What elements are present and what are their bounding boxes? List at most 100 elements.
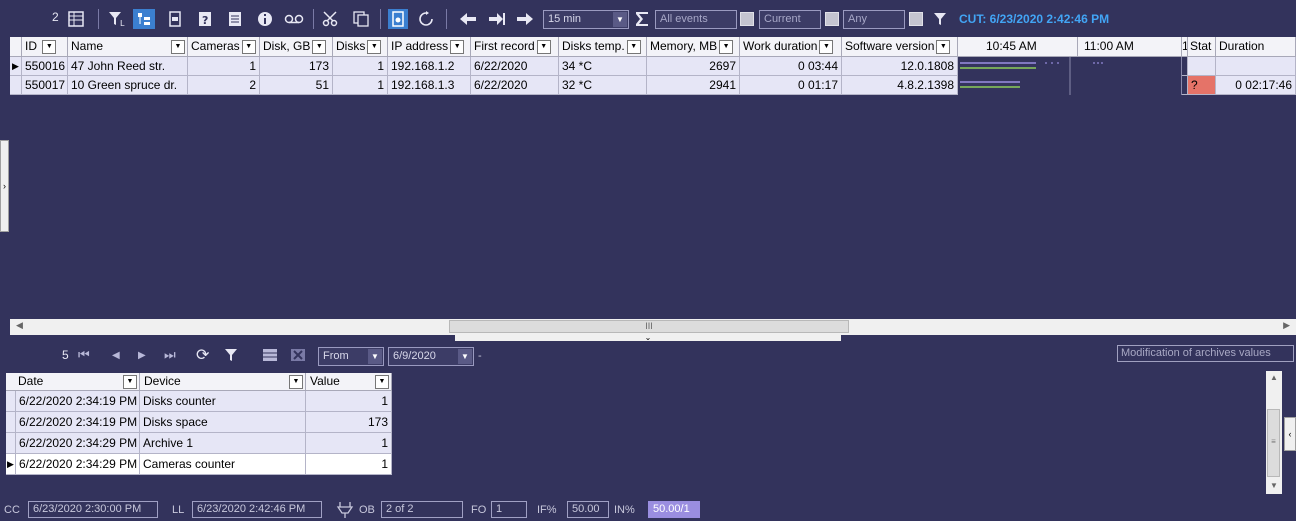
scroll-down-icon[interactable]: ▼ (1270, 481, 1278, 490)
ob-label: OB (359, 504, 375, 516)
from-select[interactable]: From ▼ (318, 347, 384, 366)
col-ip-header[interactable]: IP address ▼ (388, 37, 471, 57)
splitter-handle[interactable]: ⌄ (455, 334, 841, 342)
grid-icon[interactable] (262, 345, 278, 365)
row-selector[interactable] (10, 76, 22, 95)
cell-duration (1216, 57, 1296, 76)
scissors-icon[interactable] (320, 9, 342, 29)
date-range-dash: - (478, 350, 482, 362)
col-name-header[interactable]: Name ▼ (68, 37, 188, 57)
arrow-end-icon[interactable] (486, 9, 508, 29)
col-software-version-header[interactable]: Software version ▼ (842, 37, 958, 57)
cc-field: 6/23/2020 2:30:00 PM (28, 501, 158, 518)
col-value-header[interactable]: Value ▼ (306, 373, 392, 391)
row-selector[interactable] (6, 433, 16, 454)
cell-disks-temp: 32 *C (559, 76, 647, 95)
prev-record-icon[interactable]: ◀ (112, 345, 120, 365)
cell-work-duration: 0 01:17 (740, 76, 842, 95)
events-filter-input[interactable]: All events (655, 10, 737, 29)
cell-disks: 1 (333, 76, 388, 95)
funnel-icon[interactable] (929, 9, 951, 29)
cell-device: Archive 1 (140, 433, 306, 454)
timeline-bar (958, 76, 1182, 95)
row-selector[interactable] (6, 391, 16, 412)
horizontal-scrollbar[interactable]: ◀ III ▶ (10, 319, 1296, 335)
scroll-left-icon[interactable]: ◀ (16, 320, 23, 331)
scroll-up-icon[interactable]: ▲ (1270, 373, 1278, 382)
first-record-icon[interactable]: ⏮ (78, 345, 90, 365)
cell-date: 6/22/2020 2:34:19 PM (16, 391, 140, 412)
info-icon[interactable] (255, 9, 275, 29)
left-splitter-handle[interactable]: › (0, 140, 9, 232)
col-disk-gb-header[interactable]: Disk, GB ▼ (260, 37, 333, 57)
print-icon[interactable] (165, 9, 185, 29)
next-record-icon[interactable]: ▶ (138, 345, 146, 365)
current-checkbox[interactable] (825, 12, 839, 26)
cell-duration: 0 02:17:46 (1216, 76, 1296, 95)
cell-disk-gb: 51 (260, 76, 333, 95)
scroll-thumb[interactable]: III (449, 320, 849, 333)
current-input[interactable]: Current (759, 10, 821, 29)
right-splitter-handle[interactable]: ‹ (1284, 417, 1296, 451)
table-icon[interactable] (66, 9, 86, 29)
arrow-left-icon[interactable] (457, 9, 479, 29)
cell-date: 6/22/2020 2:34:29 PM (16, 433, 140, 454)
lower-funnel-icon[interactable] (224, 345, 238, 365)
col-device-header[interactable]: Device ▼ (140, 373, 306, 391)
scroll-right-icon[interactable]: ▶ (1283, 320, 1290, 331)
sum-icon[interactable] (632, 9, 652, 29)
col-memory-header[interactable]: Memory, MB ▼ (647, 37, 740, 57)
vertical-scrollbar[interactable]: ▲ ≡ ▼ (1266, 371, 1282, 494)
col-duration-header[interactable]: Duration (1216, 37, 1296, 57)
vscroll-thumb[interactable]: ≡ (1267, 409, 1280, 477)
if-label: IF% (537, 504, 557, 516)
interval-select[interactable]: 15 min ▼ (543, 10, 629, 29)
col-stat-header[interactable]: Stat (1188, 37, 1216, 57)
cell-device: Disks counter (140, 391, 306, 412)
in-field: 50.00/1 (648, 501, 700, 518)
cell-cameras: 2 (188, 76, 260, 95)
cell-disk-gb: 173 (260, 57, 333, 76)
list-icon[interactable] (225, 9, 245, 29)
record-count: 2 (52, 10, 59, 24)
filter-clear-icon[interactable]: L (106, 9, 128, 29)
col-work-duration-header[interactable]: Work duration ▼ (740, 37, 842, 57)
col-disks-header[interactable]: Disks ▼ (333, 37, 388, 57)
events-checkbox[interactable] (740, 12, 754, 26)
any-input[interactable]: Any (843, 10, 905, 29)
row-selector[interactable]: ▶ (10, 57, 22, 76)
copy-icon[interactable] (350, 9, 372, 29)
col-date-header[interactable]: Date ▼ (6, 373, 140, 391)
excel-icon[interactable] (290, 345, 306, 365)
in-label: IN% (614, 504, 635, 516)
cell-value: 1 (306, 391, 392, 412)
ll-label: LL (172, 504, 185, 516)
cell-memory: 2941 (647, 76, 740, 95)
col-time-1100-header: 11:00 AM (1078, 37, 1182, 57)
cell-device: Cameras counter (140, 454, 306, 475)
row-selector[interactable]: ▶ (6, 454, 16, 475)
cell-first-record: 6/22/2020 (471, 76, 559, 95)
file-icon[interactable] (388, 9, 408, 29)
date-select[interactable]: 6/9/2020 ▼ (388, 347, 474, 366)
cell-name: 10 Green spruce dr. (68, 76, 188, 95)
last-record-icon[interactable]: ⏭ (164, 345, 176, 365)
arrow-right-icon[interactable] (514, 9, 536, 29)
help-icon[interactable]: ? (195, 9, 215, 29)
cell-value: 1 (306, 454, 392, 475)
cell-memory: 2697 (647, 57, 740, 76)
refresh-icon[interactable] (416, 9, 436, 29)
col-cameras-header[interactable]: Cameras ▼ (188, 37, 260, 57)
any-checkbox[interactable] (909, 12, 923, 26)
row-selector[interactable] (6, 412, 16, 433)
cell-software-version: 4.8.2.1398 (842, 76, 958, 95)
tree-icon[interactable] (133, 9, 155, 29)
cell-stat (1188, 57, 1216, 76)
col-first-record-header[interactable]: First record ▼ (471, 37, 559, 57)
cut-timestamp: CUT: 6/23/2020 2:42:46 PM (959, 12, 1110, 26)
tape-icon[interactable] (282, 9, 306, 29)
refresh-icon[interactable]: ⟳ (196, 345, 209, 365)
col-time-1045-header: 10:45 AM (958, 37, 1078, 57)
col-id-header[interactable]: ID ▼ (22, 37, 68, 57)
col-disks-temp-header[interactable]: Disks temp. ▼ (559, 37, 647, 57)
